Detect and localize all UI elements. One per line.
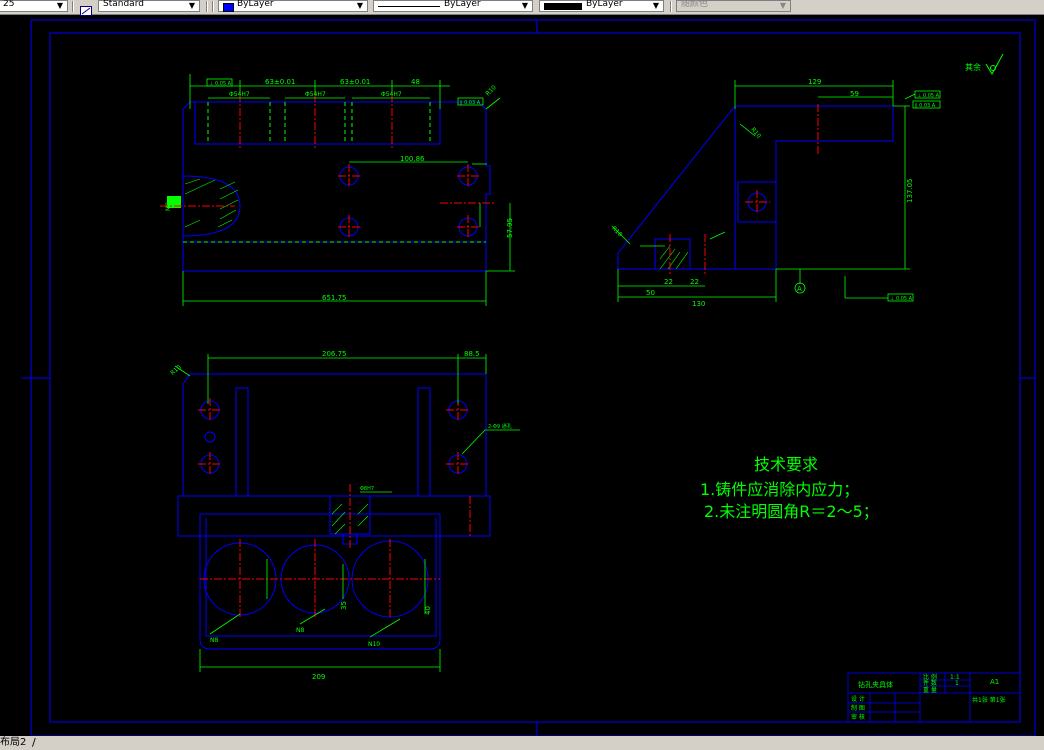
dim-88: 88.5 [464,350,480,358]
plotstyle-value: 随颜色 [681,0,709,9]
side-tol-3: ⊥ 0.05 A [890,296,913,302]
finish-n10: N10 [368,641,380,648]
tech-req-title: 技术要求 [754,455,818,474]
plotstyle-dropdown[interactable]: 随颜色 ▼ [676,0,791,12]
separator [212,1,214,12]
finish-n8-b: N8 [296,627,304,634]
sheet-border [22,19,1036,737]
tech-requirements: 技术要求 1.铸件应消除内应力； 2.未注明圆角R＝2～5； [700,455,879,521]
dim-thread: M8 [165,202,172,211]
layout-tab-layout2[interactable]: 布局2 [0,736,26,750]
dim-pitch-1: 63±0.01 [265,78,295,86]
title-draw-label: 制 图 [851,704,865,712]
color-value: ByLayer [237,0,274,9]
dim-r18: R18 [610,225,623,238]
separator [670,1,672,12]
front-view: ⊥ 0.05 A ∥ 0.03 A 63±0.01 63±0.01 48 Φ54… [160,74,515,306]
title-sheet-size: A1 [990,678,999,686]
lineweight-value: 25 [3,0,15,9]
dim-209: 209 [312,673,325,681]
dim-2-phi9: 2-Φ9 通孔 [488,423,512,430]
linetype-sample-icon [378,6,440,7]
dim-59: 59 [850,90,859,98]
dim-35: 35 [340,601,348,610]
chevron-down-icon[interactable]: ▼ [651,1,661,11]
datum-label: A [797,285,802,293]
top-view: 206.75 88.5 209 2-Φ9 通孔 Φ8H7 R10 40 35 N… [169,350,520,681]
lineweight-sample-icon [544,3,582,10]
chevron-down-icon[interactable]: ▼ [520,1,530,11]
dim-48: 48 [411,78,420,86]
tolerance-box-2: ∥ 0.03 A [460,100,481,106]
lineweight-layer-dropdown[interactable]: ByLayer ▼ [539,0,664,12]
dim-130: 130 [692,300,705,308]
title-qty-value: 1 [955,680,959,687]
title-design-label: 设 计 [851,695,865,703]
linetype-dropdown[interactable]: ByLayer ▼ [373,0,533,12]
side-view: 129 59 137.05 50 22 22 130 R10 R18 A ⊥ 0… [610,78,941,308]
dimstyle-dropdown[interactable]: Standard ▼ [98,0,200,12]
drawing-canvas[interactable]: 其余 ⊥ 0.05 A ∥ 0.03 A 63±0.01 63±0.01 48 … [0,14,1044,737]
dimstyle-icon[interactable] [80,1,92,16]
chevron-down-icon[interactable]: ▼ [778,1,788,11]
cad-drawing: 其余 ⊥ 0.05 A ∥ 0.03 A 63±0.01 63±0.01 48 … [22,19,1036,737]
tech-req-item-2: 2.未注明圆角R＝2～5； [704,502,879,521]
tolerance-box-1: ⊥ 0.05 A [209,81,232,87]
title-sheet-info: 共1张 第1张 [972,696,1006,704]
chevron-down-icon[interactable]: ▼ [355,1,365,11]
chevron-down-icon[interactable]: ▼ [55,1,65,11]
finish-n8-a: N8 [210,637,218,644]
lineweight-dropdown[interactable]: 25 ▼ [0,0,68,12]
tab-divider-icon: / [32,736,36,749]
dim-hole-spacing: 100.86 [400,155,425,163]
lineweight-layer-value: ByLayer [586,0,623,9]
title-part-name: 钻孔夹具体 [858,680,893,689]
dim-bore-1: Φ54H7 [229,91,250,98]
tech-req-item-1: 1.铸件应消除内应力； [700,480,859,499]
linetype-value: ByLayer [444,0,481,9]
roughness-note: 其余 [965,62,981,72]
dim-bore-2: Φ54H7 [305,91,326,98]
dim-129: 129 [808,78,821,86]
title-qty-label: 件 数 [923,679,937,687]
dimstyle-value: Standard [103,0,144,9]
layout-tab-bar: 布局2 / [0,736,1044,750]
dim-22b: 22 [690,278,699,286]
color-dropdown[interactable]: ByLayer ▼ [218,0,368,12]
dim-22a: 22 [664,278,673,286]
dim-height: 57.95 [506,218,514,238]
dim-phi8: Φ8H7 [360,486,374,492]
dim-overall-length: 651.75 [322,294,347,302]
color-swatch-icon [223,3,234,12]
dim-bore-3: Φ54H7 [381,91,402,98]
dim-206: 206.75 [322,350,347,358]
title-weight-label: 重 量 [923,686,937,694]
title-block: 钻孔夹具体 比 例 1:1 件 数 1 重 量 A1 共1张 第1张 设 计 制… [847,672,1021,723]
side-tol-1: ⊥ 0.05 A [917,93,940,99]
dim-137: 137.05 [906,179,914,204]
dim-40: 40 [424,606,432,615]
chevron-down-icon[interactable]: ▼ [187,1,197,11]
separator [72,1,74,12]
roughness-symbol: 其余 [965,53,1004,76]
separator [206,1,208,12]
side-tol-2: ∥ 0.03 A [915,103,936,109]
dim-pitch-2: 63±0.01 [340,78,370,86]
dim-radius: R10 [484,84,497,97]
title-review-label: 审 核 [851,713,865,721]
dim-50: 50 [646,289,655,297]
properties-toolbar: 25 ▼ Standard ▼ ByLayer ▼ ByLayer ▼ ByLa… [0,0,1044,16]
dim-r10-top: R10 [169,364,183,377]
